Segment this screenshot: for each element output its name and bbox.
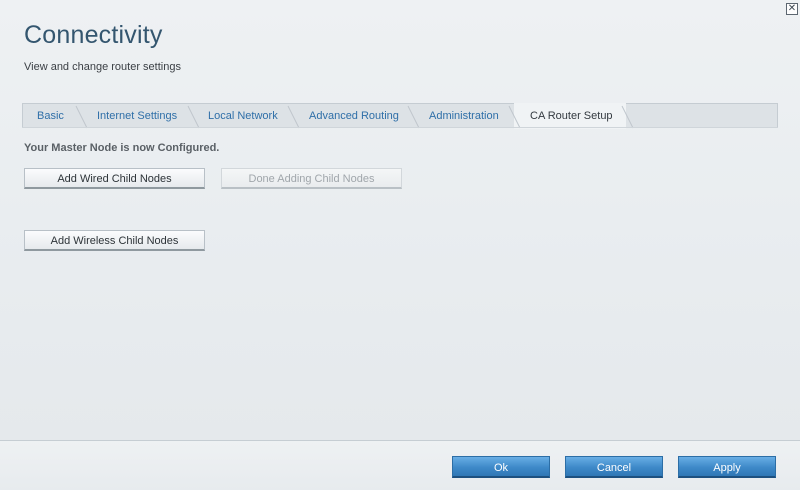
cancel-button[interactable]: Cancel — [565, 456, 663, 478]
tab-separator — [75, 104, 89, 129]
page-subtitle: View and change router settings — [24, 61, 181, 73]
tab-internet-settings[interactable]: Internet Settings — [97, 104, 177, 129]
tab-separator — [407, 104, 421, 129]
done-adding-child-nodes-button[interactable]: Done Adding Child Nodes — [221, 168, 402, 189]
close-icon[interactable]: ✕ — [786, 3, 798, 15]
tab-administration[interactable]: Administration — [429, 104, 499, 129]
tab-panel-divider — [22, 127, 778, 128]
tab-basic[interactable]: Basic — [37, 104, 64, 129]
tab-separator — [287, 104, 301, 129]
tab-separator — [621, 104, 635, 129]
tab-separator — [187, 104, 201, 129]
ok-button[interactable]: Ok — [452, 456, 550, 478]
tab-advanced-routing[interactable]: Advanced Routing — [309, 104, 399, 129]
tab-ca-router-setup[interactable]: CA Router Setup — [530, 104, 613, 129]
apply-button[interactable]: Apply — [678, 456, 776, 478]
tab-separator — [508, 104, 522, 129]
tab-local-network[interactable]: Local Network — [208, 104, 278, 129]
status-message: Your Master Node is now Configured. — [24, 142, 220, 154]
add-wireless-child-nodes-button[interactable]: Add Wireless Child Nodes — [24, 230, 205, 251]
tab-bar: Basic Internet Settings Local Network Ad… — [22, 103, 778, 129]
page-title: Connectivity — [24, 21, 163, 49]
add-wired-child-nodes-button[interactable]: Add Wired Child Nodes — [24, 168, 205, 189]
connectivity-window: ✕ Connectivity View and change router se… — [0, 0, 800, 490]
